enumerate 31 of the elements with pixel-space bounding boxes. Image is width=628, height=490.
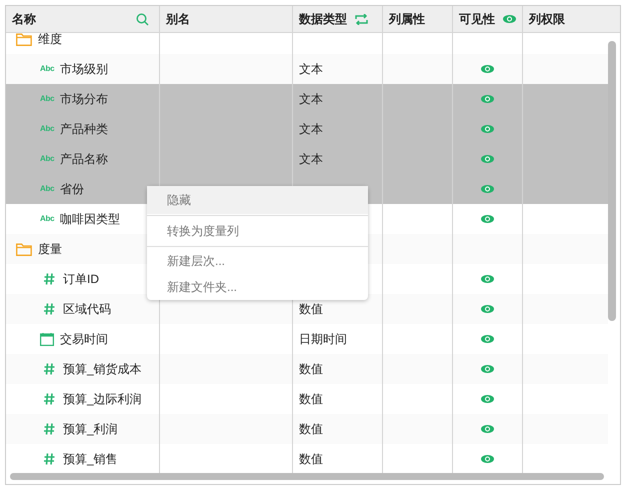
field-name: 预算_销售 — [63, 451, 118, 468]
field-name: 市场级别 — [60, 61, 108, 78]
data-type: 日期时间 — [299, 331, 347, 348]
field-name: 市场分布 — [60, 91, 108, 108]
field-name: 维度 — [38, 33, 62, 48]
field-name: 度量 — [38, 241, 62, 258]
type-label: Abc — [40, 185, 56, 193]
field-name: 订单ID — [63, 271, 99, 288]
data-type: 数值 — [299, 391, 323, 408]
data-type: 数值 — [299, 451, 323, 468]
field-name: 产品名称 — [60, 151, 108, 168]
field-name: 产品种类 — [60, 121, 108, 138]
type-label: Abc — [40, 125, 56, 133]
field-name: 预算_销货成本 — [63, 361, 142, 378]
data-type: 文本 — [299, 61, 323, 78]
type-label: Abc — [40, 95, 56, 103]
data-type: 文本 — [299, 91, 323, 108]
type-label: Abc — [40, 215, 56, 223]
field-name: 交易时间 — [60, 331, 108, 348]
data-type: 文本 — [299, 121, 323, 138]
data-type: 文本 — [299, 151, 323, 168]
field-name: 咖啡因类型 — [60, 211, 120, 228]
field-name: 区域代码 — [63, 301, 111, 318]
data-type: 数值 — [299, 301, 323, 318]
data-type: 数值 — [299, 421, 323, 438]
type-label: Abc — [40, 155, 56, 163]
type-label: Abc — [40, 65, 56, 73]
field-name: 预算_边际利润 — [63, 391, 142, 408]
field-name: 省份 — [60, 181, 84, 198]
field-name: 预算_利润 — [63, 421, 118, 438]
data-type: 数值 — [299, 361, 323, 378]
